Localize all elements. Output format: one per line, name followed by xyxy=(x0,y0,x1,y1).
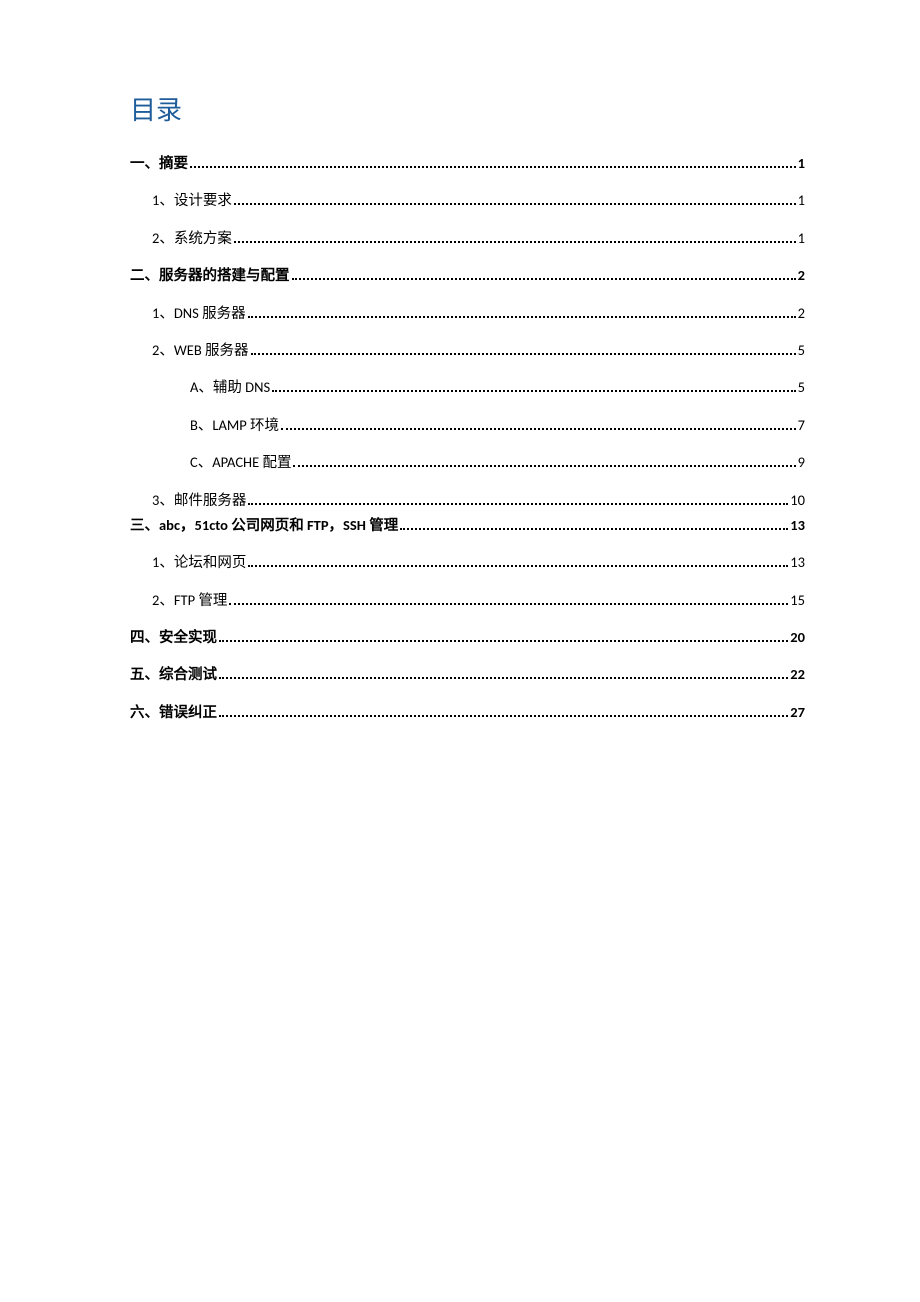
toc-entry[interactable]: 1、设计要求 1 xyxy=(130,192,805,209)
toc-title: 目录 xyxy=(130,90,805,127)
toc-entry-label: 三、abc，51cto 公司网页和 FTP，SSH 管理 xyxy=(130,517,398,534)
toc-entry-label: 2、系统方案 xyxy=(152,230,232,247)
toc-entry[interactable]: 3、邮件服务器 10 xyxy=(130,492,805,509)
toc-entry[interactable]: B、LAMP 环境 7 xyxy=(130,417,805,434)
toc-leader xyxy=(229,603,788,605)
toc-entry-label: 二、服务器的搭建与配置 xyxy=(130,267,290,284)
toc-entry[interactable]: 2、WEB 服务器 5 xyxy=(130,342,805,359)
toc-entry[interactable]: 一、摘要 1 xyxy=(130,155,805,172)
toc-entry-page: 15 xyxy=(790,592,805,609)
toc-leader xyxy=(234,241,796,243)
toc-entry-label: C、APACHE 配置 xyxy=(190,454,291,471)
toc-entry-page: 13 xyxy=(790,554,805,571)
toc-leader xyxy=(248,503,788,505)
toc-entry-page: 27 xyxy=(790,704,805,721)
toc-entry-label: 一、摘要 xyxy=(130,155,188,172)
toc-entry-label: A、辅助 DNS xyxy=(190,379,270,396)
toc-entry-page: 2 xyxy=(798,267,805,284)
toc-leader xyxy=(248,565,788,567)
toc-list: 一、摘要11、设计要求12、系统方案1二、服务器的搭建与配置21、DNS 服务器… xyxy=(130,155,805,721)
toc-entry[interactable]: 四、安全实现 20 xyxy=(130,629,805,646)
toc-entry[interactable]: 二、服务器的搭建与配置 2 xyxy=(130,267,805,284)
toc-entry[interactable]: 2、系统方案 1 xyxy=(130,230,805,247)
toc-entry-page: 1 xyxy=(798,230,805,247)
toc-entry[interactable]: 1、DNS 服务器 2 xyxy=(130,305,805,322)
toc-entry-label: 3、邮件服务器 xyxy=(152,492,246,509)
toc-leader xyxy=(219,715,788,717)
toc-leader xyxy=(292,278,796,280)
toc-entry[interactable]: 三、abc，51cto 公司网页和 FTP，SSH 管理 13 xyxy=(130,517,805,534)
toc-leader xyxy=(219,677,788,679)
toc-entry[interactable]: 五、综合测试 22 xyxy=(130,666,805,683)
toc-entry-page: 2 xyxy=(798,305,805,322)
toc-entry-label: B、LAMP 环境 xyxy=(190,417,279,434)
toc-entry-label: 五、综合测试 xyxy=(130,666,217,683)
toc-entry-label: 四、安全实现 xyxy=(130,629,217,646)
toc-entry-label: 2、WEB 服务器 xyxy=(152,342,249,359)
toc-entry-page: 1 xyxy=(798,192,805,209)
toc-entry[interactable]: 1、论坛和网页 13 xyxy=(130,554,805,571)
toc-entry-page: 5 xyxy=(798,342,805,359)
toc-entry-page: 22 xyxy=(790,666,805,683)
toc-entry-page: 1 xyxy=(798,155,805,172)
toc-entry[interactable]: A、辅助 DNS 5 xyxy=(130,379,805,396)
toc-entry-page: 5 xyxy=(798,379,805,396)
toc-entry-page: 10 xyxy=(790,492,805,509)
toc-entry-page: 7 xyxy=(798,417,805,434)
toc-entry[interactable]: C、APACHE 配置 9 xyxy=(130,454,805,471)
toc-entry-label: 1、DNS 服务器 xyxy=(152,305,246,322)
toc-entry-page: 13 xyxy=(790,517,805,534)
toc-entry-label: 1、论坛和网页 xyxy=(152,554,246,571)
toc-leader xyxy=(219,640,788,642)
toc-entry-page: 20 xyxy=(790,629,805,646)
toc-entry-page: 9 xyxy=(798,454,805,471)
toc-leader xyxy=(400,528,788,530)
toc-entry-label: 2、FTP 管理 xyxy=(152,592,227,609)
toc-leader xyxy=(293,465,795,467)
toc-leader xyxy=(190,166,796,168)
toc-entry-label: 六、错误纠正 xyxy=(130,704,217,721)
document-page: 目录 一、摘要11、设计要求12、系统方案1二、服务器的搭建与配置21、DNS … xyxy=(0,0,920,1302)
toc-leader xyxy=(281,428,796,430)
toc-leader xyxy=(248,316,796,318)
toc-entry[interactable]: 2、FTP 管理 15 xyxy=(130,592,805,609)
toc-entry[interactable]: 六、错误纠正 27 xyxy=(130,704,805,721)
toc-leader xyxy=(251,353,796,355)
toc-leader xyxy=(234,203,796,205)
toc-entry-label: 1、设计要求 xyxy=(152,192,232,209)
toc-leader xyxy=(272,390,796,392)
